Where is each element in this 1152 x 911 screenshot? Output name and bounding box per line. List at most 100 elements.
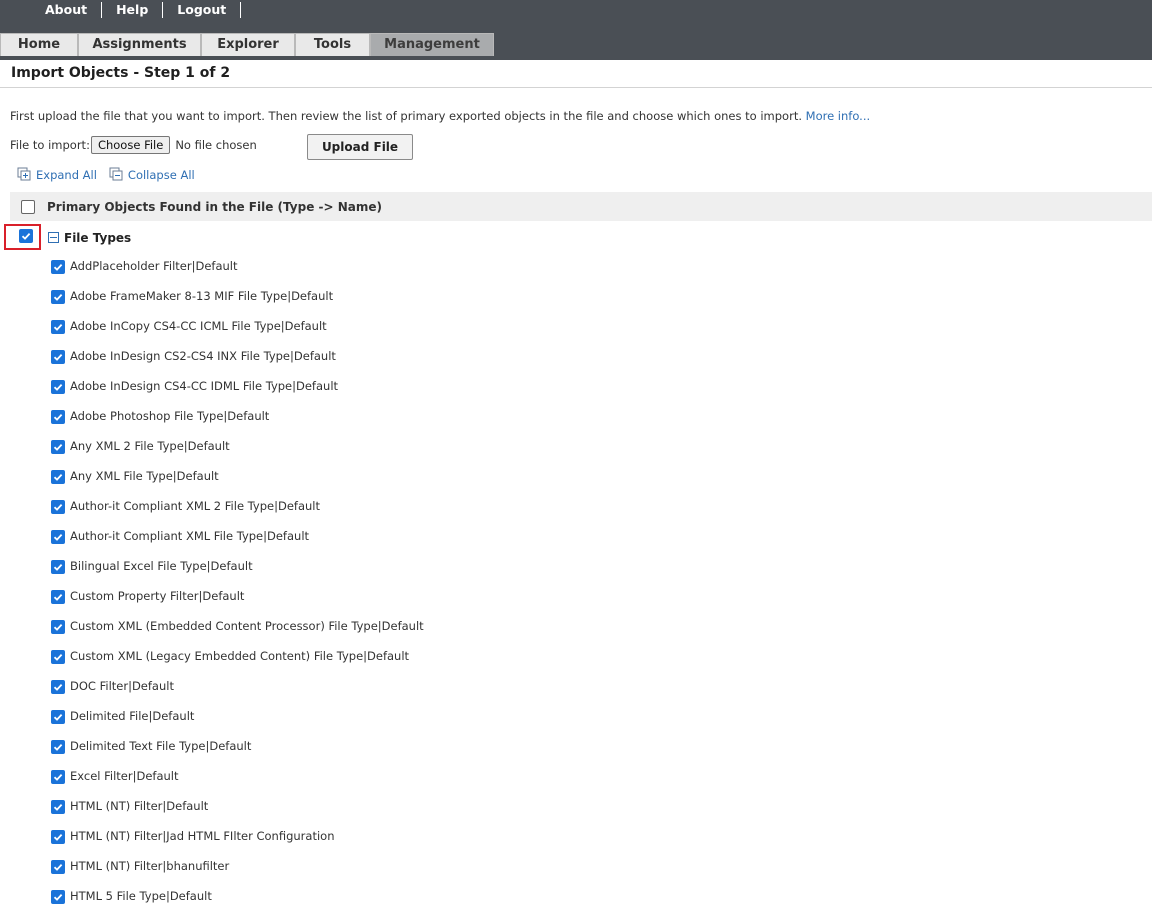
checkmark-icon bbox=[53, 683, 63, 691]
item-checkbox[interactable] bbox=[51, 290, 65, 304]
list-item: AddPlaceholder Filter|Default bbox=[0, 251, 700, 281]
tab-tools[interactable]: Tools bbox=[295, 33, 370, 56]
item-checkbox[interactable] bbox=[51, 830, 65, 844]
list-item: Delimited Text File Type|Default bbox=[0, 731, 700, 761]
top-bar: About Help Logout Home Assignments Explo… bbox=[0, 0, 1152, 60]
item-checkbox[interactable] bbox=[51, 620, 65, 634]
item-checkbox[interactable] bbox=[51, 560, 65, 574]
list-item: Adobe InDesign CS4-CC IDML File Type|Def… bbox=[0, 371, 700, 401]
item-label: Adobe Photoshop File Type|Default bbox=[70, 409, 270, 423]
checkmark-icon bbox=[53, 593, 63, 601]
item-checkbox[interactable] bbox=[51, 680, 65, 694]
collapse-group-icon[interactable] bbox=[48, 232, 59, 243]
list-item: HTML 5 File Type|Default bbox=[0, 881, 700, 911]
no-file-chosen-text: No file chosen bbox=[175, 138, 257, 152]
item-label: Adobe FrameMaker 8-13 MIF File Type|Defa… bbox=[70, 289, 334, 303]
list-item: Adobe FrameMaker 8-13 MIF File Type|Defa… bbox=[0, 281, 700, 311]
item-checkbox[interactable] bbox=[51, 710, 65, 724]
checkmark-icon bbox=[53, 353, 63, 361]
item-checkbox[interactable] bbox=[51, 410, 65, 424]
list-item: Adobe Photoshop File Type|Default bbox=[0, 401, 700, 431]
item-label: HTML (NT) Filter|Default bbox=[70, 799, 209, 813]
list-item: Author-it Compliant XML 2 File Type|Defa… bbox=[0, 491, 700, 521]
checkmark-icon bbox=[53, 803, 63, 811]
item-checkbox[interactable] bbox=[51, 470, 65, 484]
checkmark-icon bbox=[53, 533, 63, 541]
item-checkbox[interactable] bbox=[51, 260, 65, 274]
item-checkbox[interactable] bbox=[51, 320, 65, 334]
more-info-link[interactable]: More info... bbox=[806, 109, 871, 123]
item-checkbox[interactable] bbox=[51, 890, 65, 904]
item-label: HTML 5 File Type|Default bbox=[70, 889, 212, 903]
item-checkbox[interactable] bbox=[51, 860, 65, 874]
expand-all-icon bbox=[17, 167, 31, 181]
list-item: Author-it Compliant XML File Type|Defaul… bbox=[0, 521, 700, 551]
item-label: Author-it Compliant XML 2 File Type|Defa… bbox=[70, 499, 320, 513]
item-checkbox[interactable] bbox=[51, 590, 65, 604]
expand-collapse-row: Expand All Collapse All bbox=[17, 167, 195, 182]
item-checkbox[interactable] bbox=[51, 740, 65, 754]
list-item: HTML (NT) Filter|Default bbox=[0, 791, 700, 821]
list-item: Delimited File|Default bbox=[0, 701, 700, 731]
top-links: About Help Logout bbox=[31, 0, 242, 20]
collapse-all-link[interactable]: Collapse All bbox=[109, 167, 195, 182]
tab-explorer[interactable]: Explorer bbox=[201, 33, 295, 56]
checkmark-icon bbox=[53, 383, 63, 391]
item-label: Custom XML (Embedded Content Processor) … bbox=[70, 619, 424, 633]
select-all-checkbox[interactable] bbox=[21, 200, 35, 214]
item-label: Delimited Text File Type|Default bbox=[70, 739, 252, 753]
tab-management[interactable]: Management bbox=[370, 33, 494, 56]
checkmark-icon bbox=[53, 833, 63, 841]
item-label: Adobe InDesign CS2-CS4 INX File Type|Def… bbox=[70, 349, 336, 363]
checkmark-icon bbox=[53, 653, 63, 661]
main-tabs: Home Assignments Explorer Tools Manageme… bbox=[0, 33, 494, 56]
item-checkbox[interactable] bbox=[51, 650, 65, 664]
tab-assignments[interactable]: Assignments bbox=[78, 33, 201, 56]
about-link[interactable]: About bbox=[31, 2, 103, 18]
item-checkbox[interactable] bbox=[51, 350, 65, 364]
choose-file-button[interactable]: Choose File bbox=[90, 136, 171, 154]
checkmark-icon bbox=[21, 232, 31, 240]
item-checkbox[interactable] bbox=[51, 380, 65, 394]
help-link[interactable]: Help bbox=[102, 2, 164, 18]
checkmark-icon bbox=[53, 743, 63, 751]
checkmark-icon bbox=[53, 413, 63, 421]
item-label: AddPlaceholder Filter|Default bbox=[70, 259, 238, 273]
item-label: Custom Property Filter|Default bbox=[70, 589, 245, 603]
tab-home[interactable]: Home bbox=[0, 33, 78, 56]
list-item: Adobe InDesign CS2-CS4 INX File Type|Def… bbox=[0, 341, 700, 371]
item-label: Any XML File Type|Default bbox=[70, 469, 219, 483]
checkmark-icon bbox=[53, 623, 63, 631]
item-checkbox[interactable] bbox=[51, 530, 65, 544]
file-import-row: File to import: Choose File No file chos… bbox=[10, 136, 257, 154]
expand-all-label: Expand All bbox=[36, 167, 97, 182]
checkmark-icon bbox=[53, 443, 63, 451]
list-item: Excel Filter|Default bbox=[0, 761, 700, 791]
checkmark-icon bbox=[53, 713, 63, 721]
item-checkbox[interactable] bbox=[51, 440, 65, 454]
list-item: HTML (NT) Filter|bhanufilter bbox=[0, 851, 700, 881]
upload-file-button[interactable]: Upload File bbox=[307, 134, 413, 160]
checkmark-icon bbox=[53, 503, 63, 511]
list-item: Custom XML (Embedded Content Processor) … bbox=[0, 611, 700, 641]
list-item: Bilingual Excel File Type|Default bbox=[0, 551, 700, 581]
checkmark-icon bbox=[53, 893, 63, 901]
file-types-checkbox[interactable] bbox=[19, 229, 33, 243]
checkmark-icon bbox=[53, 773, 63, 781]
logout-link[interactable]: Logout bbox=[163, 2, 242, 18]
item-checkbox[interactable] bbox=[51, 800, 65, 814]
list-item: Custom Property Filter|Default bbox=[0, 581, 700, 611]
item-checkbox[interactable] bbox=[51, 770, 65, 784]
list-item: Any XML 2 File Type|Default bbox=[0, 431, 700, 461]
collapse-all-label: Collapse All bbox=[127, 167, 195, 182]
item-checkbox[interactable] bbox=[51, 500, 65, 514]
checkmark-icon bbox=[53, 863, 63, 871]
file-types-group-label: File Types bbox=[64, 231, 132, 245]
item-label: Custom XML (Legacy Embedded Content) Fil… bbox=[70, 649, 410, 663]
checkmark-icon bbox=[53, 323, 63, 331]
item-label: Author-it Compliant XML File Type|Defaul… bbox=[70, 529, 310, 543]
item-label: Bilingual Excel File Type|Default bbox=[70, 559, 253, 573]
item-label: Excel Filter|Default bbox=[70, 769, 179, 783]
title-divider bbox=[0, 87, 1152, 88]
expand-all-link[interactable]: Expand All bbox=[17, 167, 97, 182]
